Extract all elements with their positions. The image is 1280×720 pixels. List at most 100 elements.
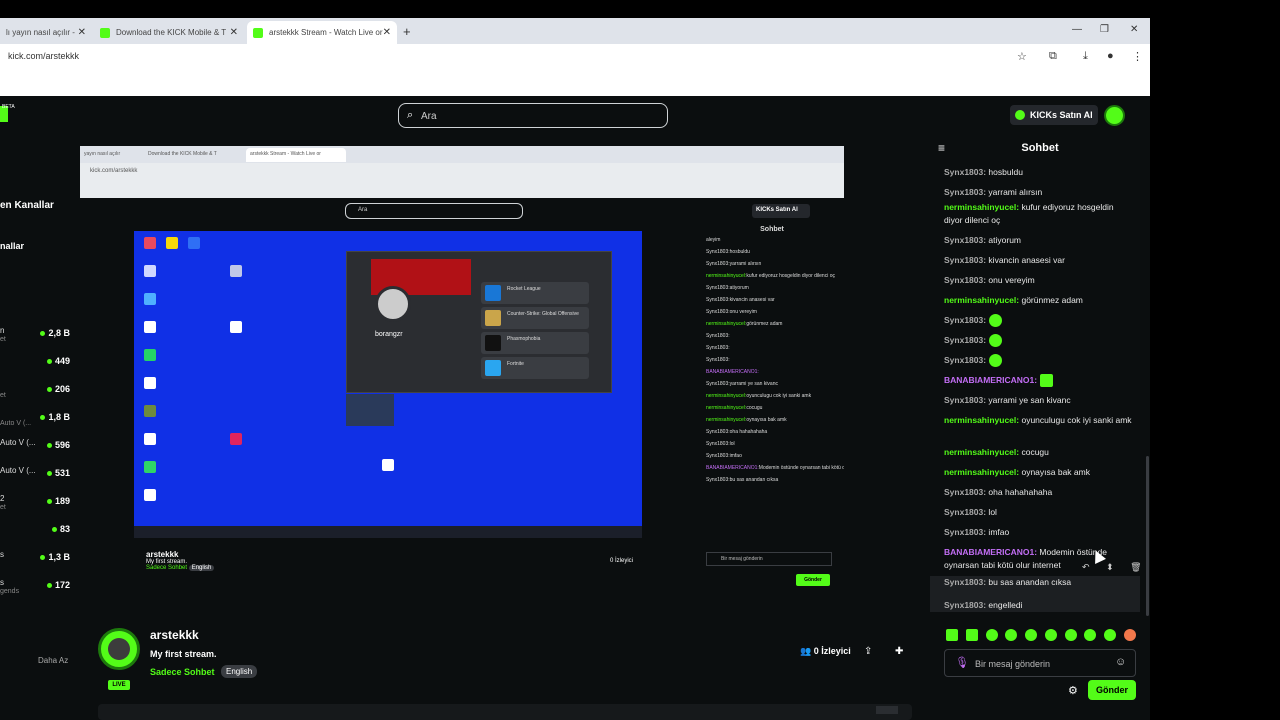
emote-icon[interactable] bbox=[1104, 629, 1117, 641]
chat-message[interactable]: nerminsahinyucel: görünmez adam bbox=[944, 294, 1134, 307]
chat-message[interactable]: Synx1803: kivancin anasesi var bbox=[944, 254, 1134, 267]
streamer-avatar[interactable] bbox=[98, 628, 140, 670]
sidebar-channel[interactable]: s 1,3 B bbox=[0, 550, 72, 570]
sidebar-channel[interactable]: et 206 bbox=[0, 382, 72, 402]
chat-message[interactable]: Synx1803: bu sas anandan cıksa bbox=[944, 576, 1134, 589]
chat-message[interactable]: Synx1803: engelledi bbox=[944, 599, 1134, 612]
chat-settings-icon[interactable]: ⚙ bbox=[1068, 684, 1078, 697]
chat-message[interactable]: Synx1803: oha hahahahaha bbox=[944, 486, 1134, 499]
stream-category[interactable]: Sadece Sohbet bbox=[150, 667, 215, 677]
chat-username[interactable]: Synx1803: bbox=[944, 167, 986, 177]
chat-message[interactable]: Synx1803: bbox=[944, 354, 1134, 368]
chat-input-box[interactable]: 🎙 ☺ bbox=[944, 649, 1136, 677]
close-tab-icon[interactable]: ✕ bbox=[78, 27, 86, 38]
emote-icon[interactable] bbox=[946, 629, 958, 641]
close-tab-icon[interactable]: ✕ bbox=[230, 27, 238, 38]
chat-message[interactable]: Synx1803: bbox=[944, 314, 1134, 328]
star-icon[interactable]: ☆ bbox=[1017, 50, 1027, 63]
browser-tab-1[interactable]: lı yayın nasıl açılır - ✕ bbox=[0, 21, 92, 44]
reply-icon[interactable]: ↶ bbox=[1082, 562, 1090, 572]
chat-message[interactable]: Synx1803: onu vereyim bbox=[944, 274, 1134, 287]
chat-username[interactable]: Synx1803: bbox=[944, 487, 986, 497]
address-bar[interactable]: kick.com/arstekkk ☆ ⧉ ⤓ ● ⋮ bbox=[0, 44, 1150, 70]
share-icon[interactable]: ⇪ bbox=[864, 646, 872, 657]
chat-username[interactable]: Synx1803: bbox=[944, 255, 986, 265]
user-avatar[interactable] bbox=[1104, 105, 1125, 126]
sidebar-channel[interactable]: Auto V (... 531 bbox=[0, 466, 72, 486]
browser-tab-active[interactable]: arstekkk Stream - Watch Live or ✕ bbox=[247, 21, 397, 44]
chat-username[interactable]: Synx1803: bbox=[944, 187, 986, 197]
chat-message[interactable]: Synx1803: atiyorum bbox=[944, 234, 1134, 247]
mic-icon[interactable]: 🎙 bbox=[955, 656, 969, 669]
chat-username[interactable]: Synx1803: bbox=[944, 355, 986, 365]
sidebar-channel[interactable]: 2 et 189 bbox=[0, 494, 72, 514]
extensions-icon[interactable]: ⧉ bbox=[1049, 50, 1057, 63]
chat-username[interactable]: Synx1803: bbox=[944, 577, 986, 587]
emote-icon[interactable] bbox=[965, 629, 978, 641]
chat-username[interactable]: Synx1803: bbox=[944, 507, 986, 517]
download-icon[interactable]: ⤓ bbox=[1083, 50, 1088, 63]
close-window-icon[interactable]: ✕ bbox=[1130, 24, 1138, 35]
sidebar-channel[interactable]: Auto V (... 596 bbox=[0, 438, 72, 458]
chat-username[interactable]: nerminsahinyucel: bbox=[944, 295, 1019, 305]
chat-message[interactable]: Synx1803: yarrami ye san kivanc bbox=[944, 394, 1134, 407]
chat-username[interactable]: BANABIAMERICANO1: bbox=[944, 547, 1037, 557]
sidebar-channel[interactable]: 83 bbox=[0, 522, 72, 542]
minimize-icon[interactable]: — bbox=[1072, 24, 1082, 35]
delete-icon[interactable]: 🗑 bbox=[1130, 562, 1141, 572]
chat-username[interactable]: Synx1803: bbox=[944, 275, 986, 285]
chat-username[interactable]: Synx1803: bbox=[944, 395, 986, 405]
chat-username[interactable]: Synx1803: bbox=[944, 235, 986, 245]
follow-icon[interactable]: ✚ bbox=[895, 646, 903, 657]
sidebar-channel[interactable]: s gends 172 bbox=[0, 578, 72, 598]
chat-username[interactable]: nerminsahinyucel: bbox=[944, 202, 1019, 212]
buy-kicks-button[interactable]: KICKs Satın Al bbox=[1010, 105, 1098, 125]
emote-icon[interactable] bbox=[1064, 629, 1077, 641]
language-tag[interactable]: English bbox=[221, 665, 258, 678]
close-tab-icon[interactable]: ✕ bbox=[383, 27, 391, 38]
search-input[interactable] bbox=[421, 108, 651, 124]
chat-username[interactable]: Synx1803: bbox=[944, 315, 986, 325]
chat-message[interactable]: Synx1803: imfao bbox=[944, 526, 1134, 539]
menu-kebab-icon[interactable]: ⋮ bbox=[1132, 50, 1143, 63]
chat-message[interactable]: nerminsahinyucel: kufur ediyoruz hosgeld… bbox=[944, 201, 1134, 227]
chat-message[interactable]: nerminsahinyucel: oyunculugu cok iyi san… bbox=[944, 414, 1134, 427]
sidebar-channel[interactable]: 449 bbox=[0, 354, 72, 374]
emote-icon[interactable] bbox=[985, 629, 998, 641]
chat-username[interactable]: BANABIAMERICANO1: bbox=[944, 375, 1037, 385]
emote-icon[interactable] bbox=[1005, 629, 1018, 641]
send-button[interactable]: Gönder bbox=[1088, 680, 1136, 700]
chat-message[interactable]: Synx1803: lol bbox=[944, 506, 1134, 519]
profile-icon[interactable]: ● bbox=[1107, 50, 1114, 62]
maximize-icon[interactable]: ❐ bbox=[1100, 24, 1109, 35]
chat-message[interactable]: BANABIAMERICANO1: bbox=[944, 374, 1134, 388]
chat-username[interactable]: Synx1803: bbox=[944, 600, 986, 610]
chat-message[interactable]: Synx1803: yarrami alırsın bbox=[944, 186, 1134, 199]
search-box[interactable]: ⌕ bbox=[398, 103, 668, 128]
chat-scrollbar[interactable] bbox=[1146, 456, 1149, 616]
streamer-name[interactable]: arstekkk bbox=[150, 628, 199, 642]
sidebar-channel[interactable]: Auto V (... 1,8 B bbox=[0, 410, 72, 430]
chat-username[interactable]: Synx1803: bbox=[944, 335, 986, 345]
sidebar-channel[interactable]: n et 2,8 B bbox=[0, 326, 72, 346]
chat-input[interactable] bbox=[975, 656, 1105, 672]
chat-username[interactable]: Synx1803: bbox=[944, 527, 986, 537]
show-less-link[interactable]: Daha Az bbox=[38, 656, 68, 665]
video-player[interactable]: yayın nasıl açılır Download the KICK Mob… bbox=[80, 146, 932, 611]
emote-icon[interactable] bbox=[1123, 629, 1136, 641]
pin-icon[interactable]: ⬍ bbox=[1106, 562, 1114, 572]
chat-message[interactable]: nerminsahinyucel: cocugu bbox=[944, 446, 1134, 459]
chat-username[interactable]: nerminsahinyucel: bbox=[944, 447, 1019, 457]
new-tab-icon[interactable]: + bbox=[403, 24, 411, 39]
chat-message[interactable]: Synx1803: bbox=[944, 334, 1134, 348]
emote-icon[interactable] bbox=[1084, 629, 1097, 641]
emoji-icon[interactable]: ☺ bbox=[1115, 656, 1126, 668]
chat-message[interactable]: Synx1803: hosbuldu bbox=[944, 166, 1134, 179]
emote-icon[interactable] bbox=[1025, 629, 1038, 641]
chat-username[interactable]: nerminsahinyucel: bbox=[944, 415, 1019, 425]
chat-username[interactable]: nerminsahinyucel: bbox=[944, 467, 1019, 477]
emote-icon[interactable] bbox=[1044, 629, 1057, 641]
pip-control[interactable] bbox=[876, 706, 898, 714]
chat-message[interactable]: nerminsahinyucel: oynayısa bak amk bbox=[944, 466, 1134, 479]
browser-tab-2[interactable]: Download the KICK Mobile & T ✕ bbox=[94, 21, 244, 44]
